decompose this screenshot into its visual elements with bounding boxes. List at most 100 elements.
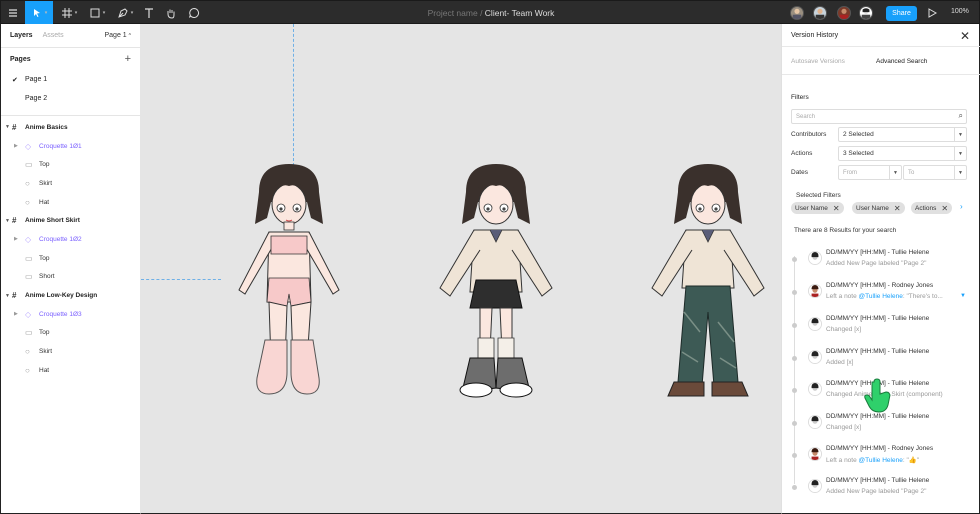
title-separator: / xyxy=(477,8,485,18)
mention-link[interactable]: @Tullie Helene xyxy=(859,293,903,300)
hand-cursor-icon xyxy=(864,378,891,413)
chevron-right-icon[interactable]: › xyxy=(960,202,963,211)
avatar xyxy=(808,415,822,429)
text-tool-button[interactable] xyxy=(140,1,158,25)
contributors-label: Contributors xyxy=(791,131,827,138)
layers-panel: Layers Assets Page 1 ^ Pages + ✔ Page 1 … xyxy=(0,24,141,514)
layer-label: Anime Basics xyxy=(25,123,68,131)
actions-select[interactable]: 3 Selected ▼ xyxy=(838,146,967,161)
caret-right-icon[interactable]: ▶ xyxy=(14,236,18,242)
layer-item[interactable]: ○ Hat xyxy=(1,361,140,380)
version-entry[interactable]: DD/MM/YY [HH:MM] - Tullie Helene Added N… xyxy=(782,474,980,504)
layer-item[interactable]: ▭ Top xyxy=(1,249,140,268)
avatar xyxy=(808,479,822,493)
version-entry[interactable]: DD/MM/YY [HH:MM] - Tullie Helene Added [… xyxy=(782,345,980,375)
entry-header: DD/MM/YY [HH:MM] - Tullie Helene xyxy=(826,477,930,484)
chevron-down-icon[interactable]: ▼ xyxy=(960,293,966,299)
zoom-level[interactable]: 100% xyxy=(951,8,969,15)
version-entry[interactable]: DD/MM/YY [HH:MM] - Rodney Jones Left a n… xyxy=(782,279,980,309)
entry-header: DD/MM/YY [HH:MM] - Tullie Helene xyxy=(826,348,930,355)
layer-item[interactable]: ○ Skirt xyxy=(1,174,140,193)
menu-icon[interactable] xyxy=(1,1,25,25)
layer-item[interactable]: ▭ Top xyxy=(1,324,140,343)
avatar xyxy=(808,447,822,461)
layer-item[interactable]: ○ Skirt xyxy=(1,342,140,361)
comment-icon xyxy=(189,7,199,18)
mention-link[interactable]: @Tullie Helene xyxy=(859,457,903,464)
desc-text: : "There's to... xyxy=(902,293,943,300)
layer-item[interactable]: ▭ Short xyxy=(1,268,140,287)
layer-component[interactable]: ▶ ◇ Croquette 1Ø3 xyxy=(1,305,140,324)
remove-icon[interactable]: ✕ xyxy=(833,204,840,213)
layer-frame-anime-basics[interactable]: ▼ # Anime Basics xyxy=(1,118,140,137)
move-tool-button[interactable]: ▾ xyxy=(25,1,53,25)
filter-chip[interactable]: User Name ✕ xyxy=(852,202,905,214)
frame-tool-button[interactable]: ▾ xyxy=(56,1,82,25)
version-entry[interactable]: DD/MM/YY [HH:MM] - Rodney Jones Left a n… xyxy=(782,442,980,472)
desc-text: Left a note xyxy=(826,457,859,464)
collaborator-avatar[interactable] xyxy=(859,6,873,20)
timeline-dot xyxy=(792,485,797,490)
caret-down-icon[interactable]: ▼ xyxy=(5,124,10,130)
search-icon[interactable]: ⌕ xyxy=(959,111,963,121)
filter-chip[interactable]: Actions ✕ xyxy=(911,202,953,214)
collaborator-avatar[interactable] xyxy=(813,6,827,20)
layer-frame-anime-low-key-design[interactable]: ▼ # Anime Low-Key Design xyxy=(1,286,140,305)
layer-item[interactable]: ○ Hat xyxy=(1,193,140,212)
page-selector[interactable]: Page 1 ^ xyxy=(105,32,132,39)
add-page-icon[interactable]: + xyxy=(125,53,131,65)
tab-advanced-search[interactable]: Advanced Search xyxy=(876,58,927,65)
avatar xyxy=(808,284,822,298)
caret-down-icon[interactable]: ▼ xyxy=(5,293,10,299)
pen-tool-button[interactable]: ▾ xyxy=(112,1,138,25)
date-from-select[interactable]: From ▼ xyxy=(838,165,902,180)
croquette-figure-low-key[interactable] xyxy=(638,162,778,402)
rectangle-icon: ▭ xyxy=(25,272,33,282)
date-to-select[interactable]: To ▼ xyxy=(903,165,967,180)
caret-right-icon[interactable]: ▶ xyxy=(14,143,18,149)
croquette-figure-short-skirt[interactable] xyxy=(426,162,566,402)
hand-tool-button[interactable] xyxy=(162,1,180,25)
version-entry[interactable]: DD/MM/YY [HH:MM] - Tullie Helene Added N… xyxy=(782,246,980,276)
search-input[interactable]: Search ⌕ xyxy=(791,109,967,124)
ellipse-icon: ○ xyxy=(25,365,30,375)
shape-tool-button[interactable]: ▾ xyxy=(84,1,110,25)
file-name[interactable]: Client- Team Work xyxy=(485,8,555,18)
caret-right-icon[interactable]: ▶ xyxy=(14,311,18,317)
page-item-page-1[interactable]: ✔ Page 1 xyxy=(1,70,140,89)
project-name[interactable]: Project name xyxy=(428,8,478,18)
frame-icon: # xyxy=(12,216,17,226)
tab-assets[interactable]: Assets xyxy=(43,32,64,39)
croquette-figure-basics[interactable] xyxy=(219,162,359,402)
actions-label: Actions xyxy=(791,150,813,157)
layer-frame-anime-short-skirt[interactable]: ▼ # Anime Short Skirt xyxy=(1,211,140,230)
share-button[interactable]: Share xyxy=(886,6,917,21)
version-entry[interactable]: DD/MM/YY [HH:MM] - Tullie Helene Changed… xyxy=(782,312,980,342)
remove-icon[interactable]: ✕ xyxy=(894,204,901,213)
version-history-panel: Version History ✕ Autosave Versions Adva… xyxy=(781,24,980,514)
close-icon[interactable]: ✕ xyxy=(960,29,970,43)
page-item-page-2[interactable]: Page 2 xyxy=(1,89,140,108)
entry-header: DD/MM/YY [HH:MM] - Tullie Helene xyxy=(826,315,930,322)
remove-icon[interactable]: ✕ xyxy=(941,204,948,213)
page-item-label: Page 2 xyxy=(25,95,48,102)
comment-tool-button[interactable] xyxy=(185,1,203,25)
component-instance-icon: ◇ xyxy=(25,309,32,319)
present-button[interactable] xyxy=(925,1,939,25)
layer-label: Hat xyxy=(39,198,50,206)
tab-autosave-versions[interactable]: Autosave Versions xyxy=(791,58,845,65)
pen-icon xyxy=(117,8,128,18)
layer-item[interactable]: ▭ Top xyxy=(1,155,140,174)
layer-component[interactable]: ▶ ◇ Croquette 1Ø1 xyxy=(1,137,140,156)
collaborator-avatar[interactable] xyxy=(790,6,804,20)
design-canvas[interactable] xyxy=(141,24,781,514)
collaborator-avatar[interactable] xyxy=(837,6,851,20)
version-entry[interactable]: DD/MM/YY [HH:MM] - Tullie Helene Changed… xyxy=(782,410,980,440)
layer-component[interactable]: ▶ ◇ Croquette 1Ø2 xyxy=(1,230,140,249)
caret-down-icon[interactable]: ▼ xyxy=(5,218,10,224)
filter-chip[interactable]: User Name ✕ xyxy=(791,202,844,214)
filters-header: Filters xyxy=(791,94,809,101)
component-instance-icon: ◇ xyxy=(25,234,32,244)
tab-layers[interactable]: Layers xyxy=(10,32,33,39)
contributors-select[interactable]: 2 Selected ▼ xyxy=(838,127,967,142)
